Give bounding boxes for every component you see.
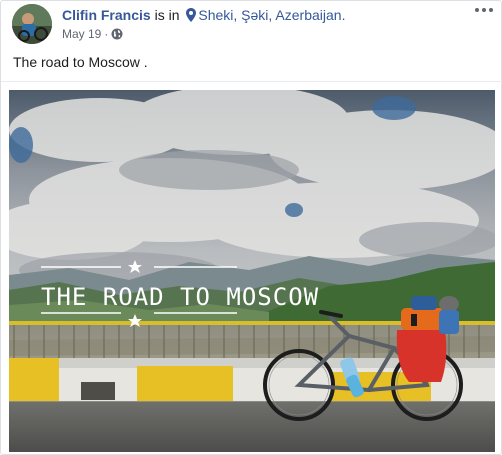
post-header: Clifin Francis is in Sheki, Şəki, Azerba… <box>62 6 345 24</box>
post-caption: The road to Moscow . <box>13 54 148 70</box>
author-name-link[interactable]: Clifin Francis <box>62 7 151 23</box>
post-meta: May 19 · <box>62 26 123 42</box>
three-dots-icon <box>475 8 493 12</box>
globe-icon[interactable] <box>111 28 123 40</box>
connector-text: is in <box>154 7 180 23</box>
post-date-link[interactable]: May 19 <box>62 27 101 41</box>
photo-overlay-title: THE ROAD TO MOSCOW <box>41 283 319 311</box>
meta-separator: · <box>104 27 109 41</box>
location-link[interactable]: Sheki, Şəki, Azerbaijan. <box>198 7 345 23</box>
divider <box>1 81 502 82</box>
more-options-button[interactable] <box>473 5 495 19</box>
post-card: Clifin Francis is in Sheki, Şəki, Azerba… <box>0 0 502 455</box>
avatar-image <box>12 4 52 44</box>
post-photo[interactable]: THE ROAD TO MOSCOW <box>9 90 495 452</box>
map-pin-icon <box>186 8 197 22</box>
avatar[interactable] <box>12 4 52 44</box>
photo-image: THE ROAD TO MOSCOW <box>9 90 495 452</box>
